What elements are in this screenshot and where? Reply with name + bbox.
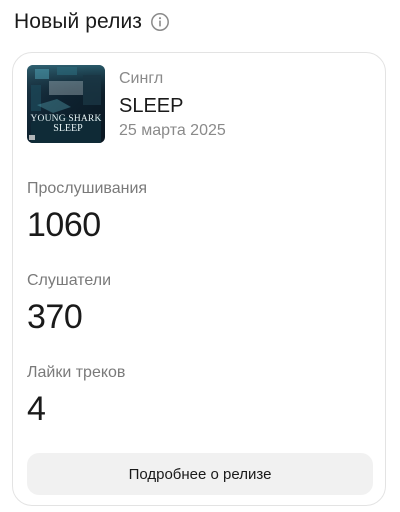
release-card: YOUNG SHARK SLEEP Сингл SLEEP 25 марта 2… <box>12 52 386 506</box>
release-title[interactable]: SLEEP <box>119 93 226 119</box>
new-release-widget: Новый релиз YOUNG SHARK SLEEP Сингл SLEE… <box>0 0 400 512</box>
stat-value: 1060 <box>27 206 101 244</box>
stat-streams: Прослушивания 1060 <box>27 179 147 245</box>
release-date: 25 марта 2025 <box>119 122 226 139</box>
cover-image: YOUNG SHARK SLEEP <box>27 65 105 143</box>
release-info[interactable]: YOUNG SHARK SLEEP Сингл SLEEP 25 марта 2… <box>27 65 226 143</box>
stat-label: Лайки треков <box>27 364 126 381</box>
release-cover-art[interactable]: YOUNG SHARK SLEEP <box>27 65 105 143</box>
stat-label: Слушатели <box>27 272 112 289</box>
release-meta: Сингл SLEEP 25 марта 2025 <box>119 65 226 141</box>
section-title: Новый релиз <box>14 10 143 33</box>
stat-value: 4 <box>27 390 46 428</box>
info-circle-icon <box>151 13 169 31</box>
release-details-button[interactable]: Подробнее о релизе <box>27 453 373 495</box>
stat-listeners: Слушатели 370 <box>27 271 111 337</box>
info-icon[interactable] <box>150 12 170 32</box>
stat-value: 370 <box>27 298 83 336</box>
release-type: Сингл <box>119 70 164 87</box>
stat-track-likes: Лайки треков 4 <box>27 363 125 429</box>
stat-label: Прослушивания <box>27 180 148 197</box>
section-header: Новый релиз <box>14 8 170 36</box>
cover-text-line2: SLEEP <box>53 123 83 134</box>
